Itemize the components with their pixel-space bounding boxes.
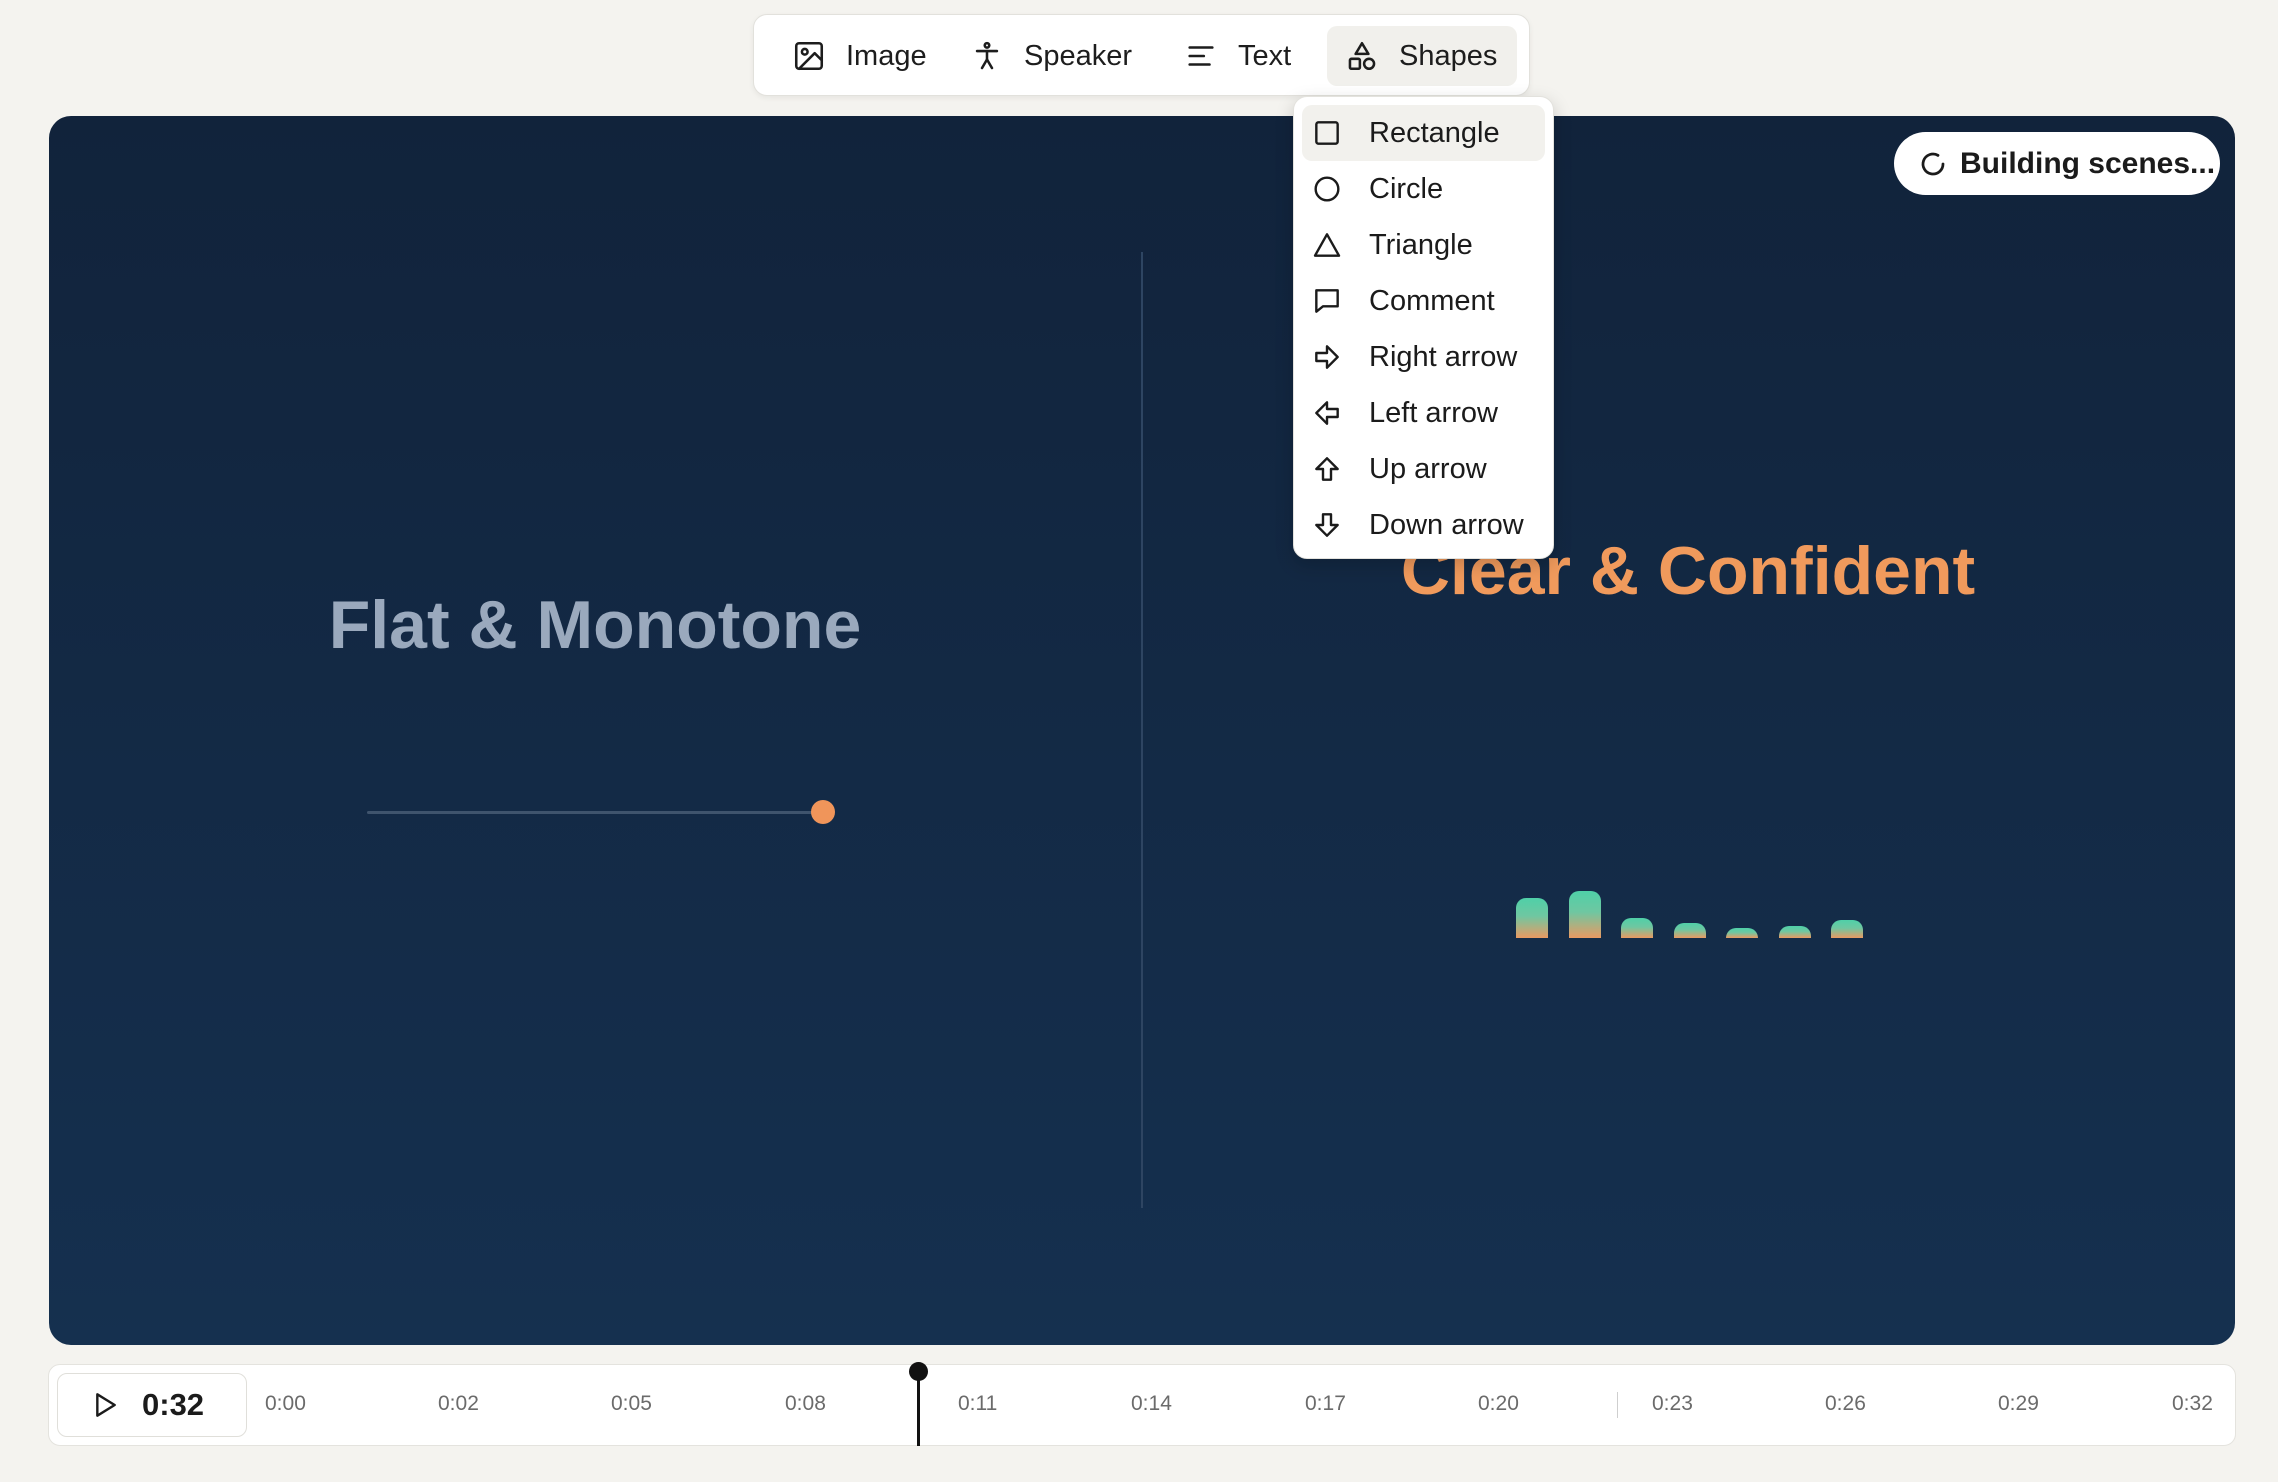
text-align-icon — [1188, 46, 1214, 66]
menu-item-triangle[interactable]: Triangle — [1302, 217, 1545, 273]
timeline-tick: 0:17 — [1305, 1392, 1346, 1415]
timeline-tick: 0:08 — [785, 1392, 826, 1415]
shapes-dropdown: Rectangle Circle Triangle Comment Right … — [1293, 96, 1554, 559]
waveform-bar — [1516, 898, 1548, 938]
image-icon — [794, 41, 824, 71]
shapes-button[interactable]: Shapes — [1327, 26, 1517, 86]
triangle-icon — [1313, 233, 1341, 257]
timeline-tick: 0:11 — [958, 1392, 998, 1415]
image-button-label: Image — [846, 39, 927, 72]
timeline-tick: 0:00 — [265, 1392, 306, 1415]
current-time: 0:32 — [142, 1387, 205, 1422]
right-arrow-icon — [1315, 345, 1339, 369]
play-button[interactable]: 0:32 — [57, 1373, 247, 1437]
left-arrow-icon — [1315, 401, 1339, 425]
menu-item-label: Up arrow — [1369, 452, 1487, 485]
rectangle-icon — [1315, 121, 1339, 145]
timeline-tick: 0:05 — [611, 1392, 652, 1415]
text-button[interactable]: Text — [1166, 26, 1316, 86]
up-arrow-icon — [1315, 457, 1339, 481]
waveform-bar — [1673, 923, 1706, 938]
flat-waveform-dot — [811, 800, 835, 824]
speaker-button-label: Speaker — [1024, 39, 1133, 72]
shapes-icon — [1348, 41, 1376, 71]
menu-item-left-arrow[interactable]: Left arrow — [1302, 385, 1545, 441]
timeline-tick: 0:14 — [1131, 1392, 1172, 1415]
waveform-bar — [1778, 926, 1811, 938]
menu-item-comment[interactable]: Comment — [1302, 273, 1545, 329]
menu-item-rectangle[interactable]: Rectangle — [1302, 105, 1545, 161]
menu-item-down-arrow[interactable]: Down arrow — [1302, 497, 1545, 553]
comment-icon — [1315, 289, 1339, 313]
menu-item-label: Rectangle — [1369, 116, 1500, 149]
menu-item-label: Right arrow — [1369, 340, 1518, 373]
timeline-tick: 0:32 — [2172, 1392, 2213, 1415]
scene-canvas[interactable]: Flat & Monotone Clear & Confident Buildi… — [49, 116, 2235, 1345]
menu-item-label: Circle — [1369, 172, 1444, 205]
speaker-icon — [975, 41, 999, 70]
image-button[interactable]: Image — [774, 26, 936, 86]
left-scene-title[interactable]: Flat & Monotone — [49, 586, 1141, 664]
timeline-tick: 0:02 — [438, 1392, 479, 1415]
waveform-bar — [1621, 918, 1653, 938]
flat-waveform-line — [367, 811, 822, 814]
menu-item-label: Left arrow — [1369, 396, 1498, 429]
timeline-marker — [1617, 1392, 1618, 1418]
status-text: Building scenes... — [1960, 146, 2216, 180]
text-button-label: Text — [1238, 39, 1292, 72]
editor-toolbar: Image Speaker Text Shapes — [753, 14, 1530, 96]
timeline-tick: 0:26 — [1825, 1392, 1866, 1415]
status-pill: Building scenes... — [1894, 132, 2220, 195]
timeline[interactable]: 0:32 0:00 0:02 0:05 0:08 0:11 0:14 0:17 … — [48, 1364, 2236, 1446]
menu-item-label: Down arrow — [1369, 508, 1524, 541]
waveform-bar — [1568, 891, 1601, 938]
loading-spinner-icon — [1921, 152, 1945, 175]
menu-item-right-arrow[interactable]: Right arrow — [1302, 329, 1545, 385]
timeline-tick: 0:23 — [1652, 1392, 1693, 1415]
timeline-tick: 0:29 — [1998, 1392, 2039, 1415]
menu-item-circle[interactable]: Circle — [1302, 161, 1545, 217]
timeline-tick: 0:20 — [1478, 1392, 1519, 1415]
waveform-bar — [1831, 920, 1863, 938]
circle-icon — [1314, 176, 1340, 202]
scene-divider — [1141, 252, 1143, 1208]
down-arrow-icon — [1315, 513, 1339, 537]
playhead[interactable] — [917, 1372, 920, 1446]
menu-item-label: Triangle — [1369, 228, 1473, 261]
play-icon — [96, 1393, 116, 1417]
menu-item-up-arrow[interactable]: Up arrow — [1302, 441, 1545, 497]
waveform-bar — [1726, 928, 1758, 938]
menu-item-label: Comment — [1369, 284, 1495, 317]
playhead-handle[interactable] — [909, 1362, 928, 1381]
shapes-button-label: Shapes — [1399, 39, 1498, 72]
speaker-button[interactable]: Speaker — [952, 26, 1152, 86]
